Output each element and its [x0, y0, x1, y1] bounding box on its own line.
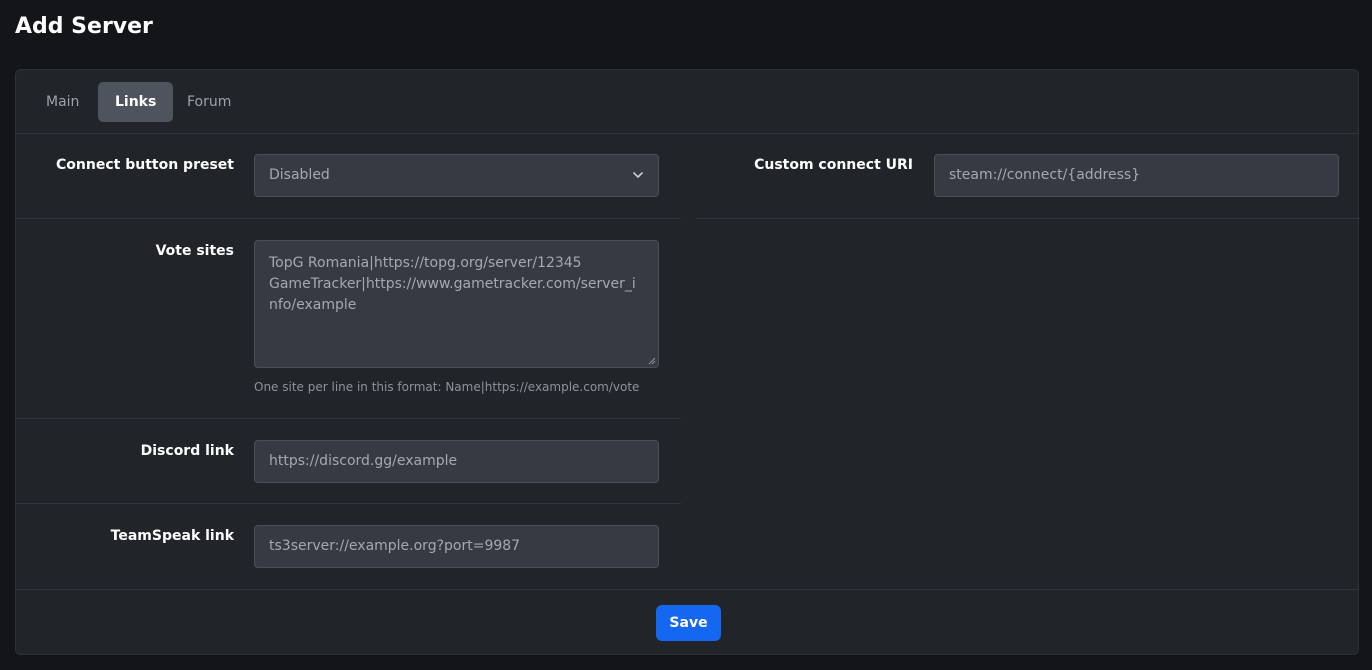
custom-uri-placeholder: steam://connect/{address} — [949, 167, 1141, 183]
vote-sites-help: One site per line in this format: Name|h… — [254, 380, 640, 394]
tab-main[interactable]: Main — [29, 82, 96, 122]
teamspeak-placeholder: ts3server://example.org?port=9987 — [269, 538, 521, 554]
discord-placeholder: https://discord.gg/example — [269, 453, 458, 469]
footer-divider — [16, 589, 1358, 590]
connect-preset-value: Disabled — [269, 167, 330, 183]
discord-label: Discord link — [140, 443, 234, 459]
vote-sites-label: Vote sites — [155, 243, 234, 259]
connect-preset-label: Connect button preset — [56, 157, 234, 173]
discord-input[interactable]: https://discord.gg/example — [254, 440, 659, 483]
teamspeak-input[interactable]: ts3server://example.org?port=9987 — [254, 525, 659, 568]
save-button[interactable]: Save — [656, 605, 721, 641]
divider — [16, 503, 681, 504]
divider — [696, 218, 1360, 219]
vote-sites-textarea[interactable]: TopG Romania|https://topg.org/server/123… — [254, 240, 659, 368]
divider — [16, 218, 681, 219]
tab-bar: Main Links Forum — [16, 70, 1358, 134]
custom-uri-input[interactable]: steam://connect/{address} — [934, 154, 1339, 197]
tab-links[interactable]: Links — [98, 82, 174, 122]
vote-sites-placeholder: TopG Romania|https://topg.org/server/123… — [269, 255, 636, 313]
tab-forum[interactable]: Forum — [170, 82, 248, 122]
teamspeak-label: TeamSpeak link — [110, 528, 234, 544]
page-title: Add Server — [15, 14, 153, 39]
divider — [16, 418, 681, 419]
custom-uri-label: Custom connect URI — [754, 157, 913, 173]
chevron-down-icon — [633, 172, 643, 178]
connect-preset-select[interactable]: Disabled — [254, 154, 659, 197]
server-form-card: Main Links Forum Connect button preset D… — [15, 69, 1360, 655]
resize-handle-icon[interactable] — [648, 357, 656, 365]
